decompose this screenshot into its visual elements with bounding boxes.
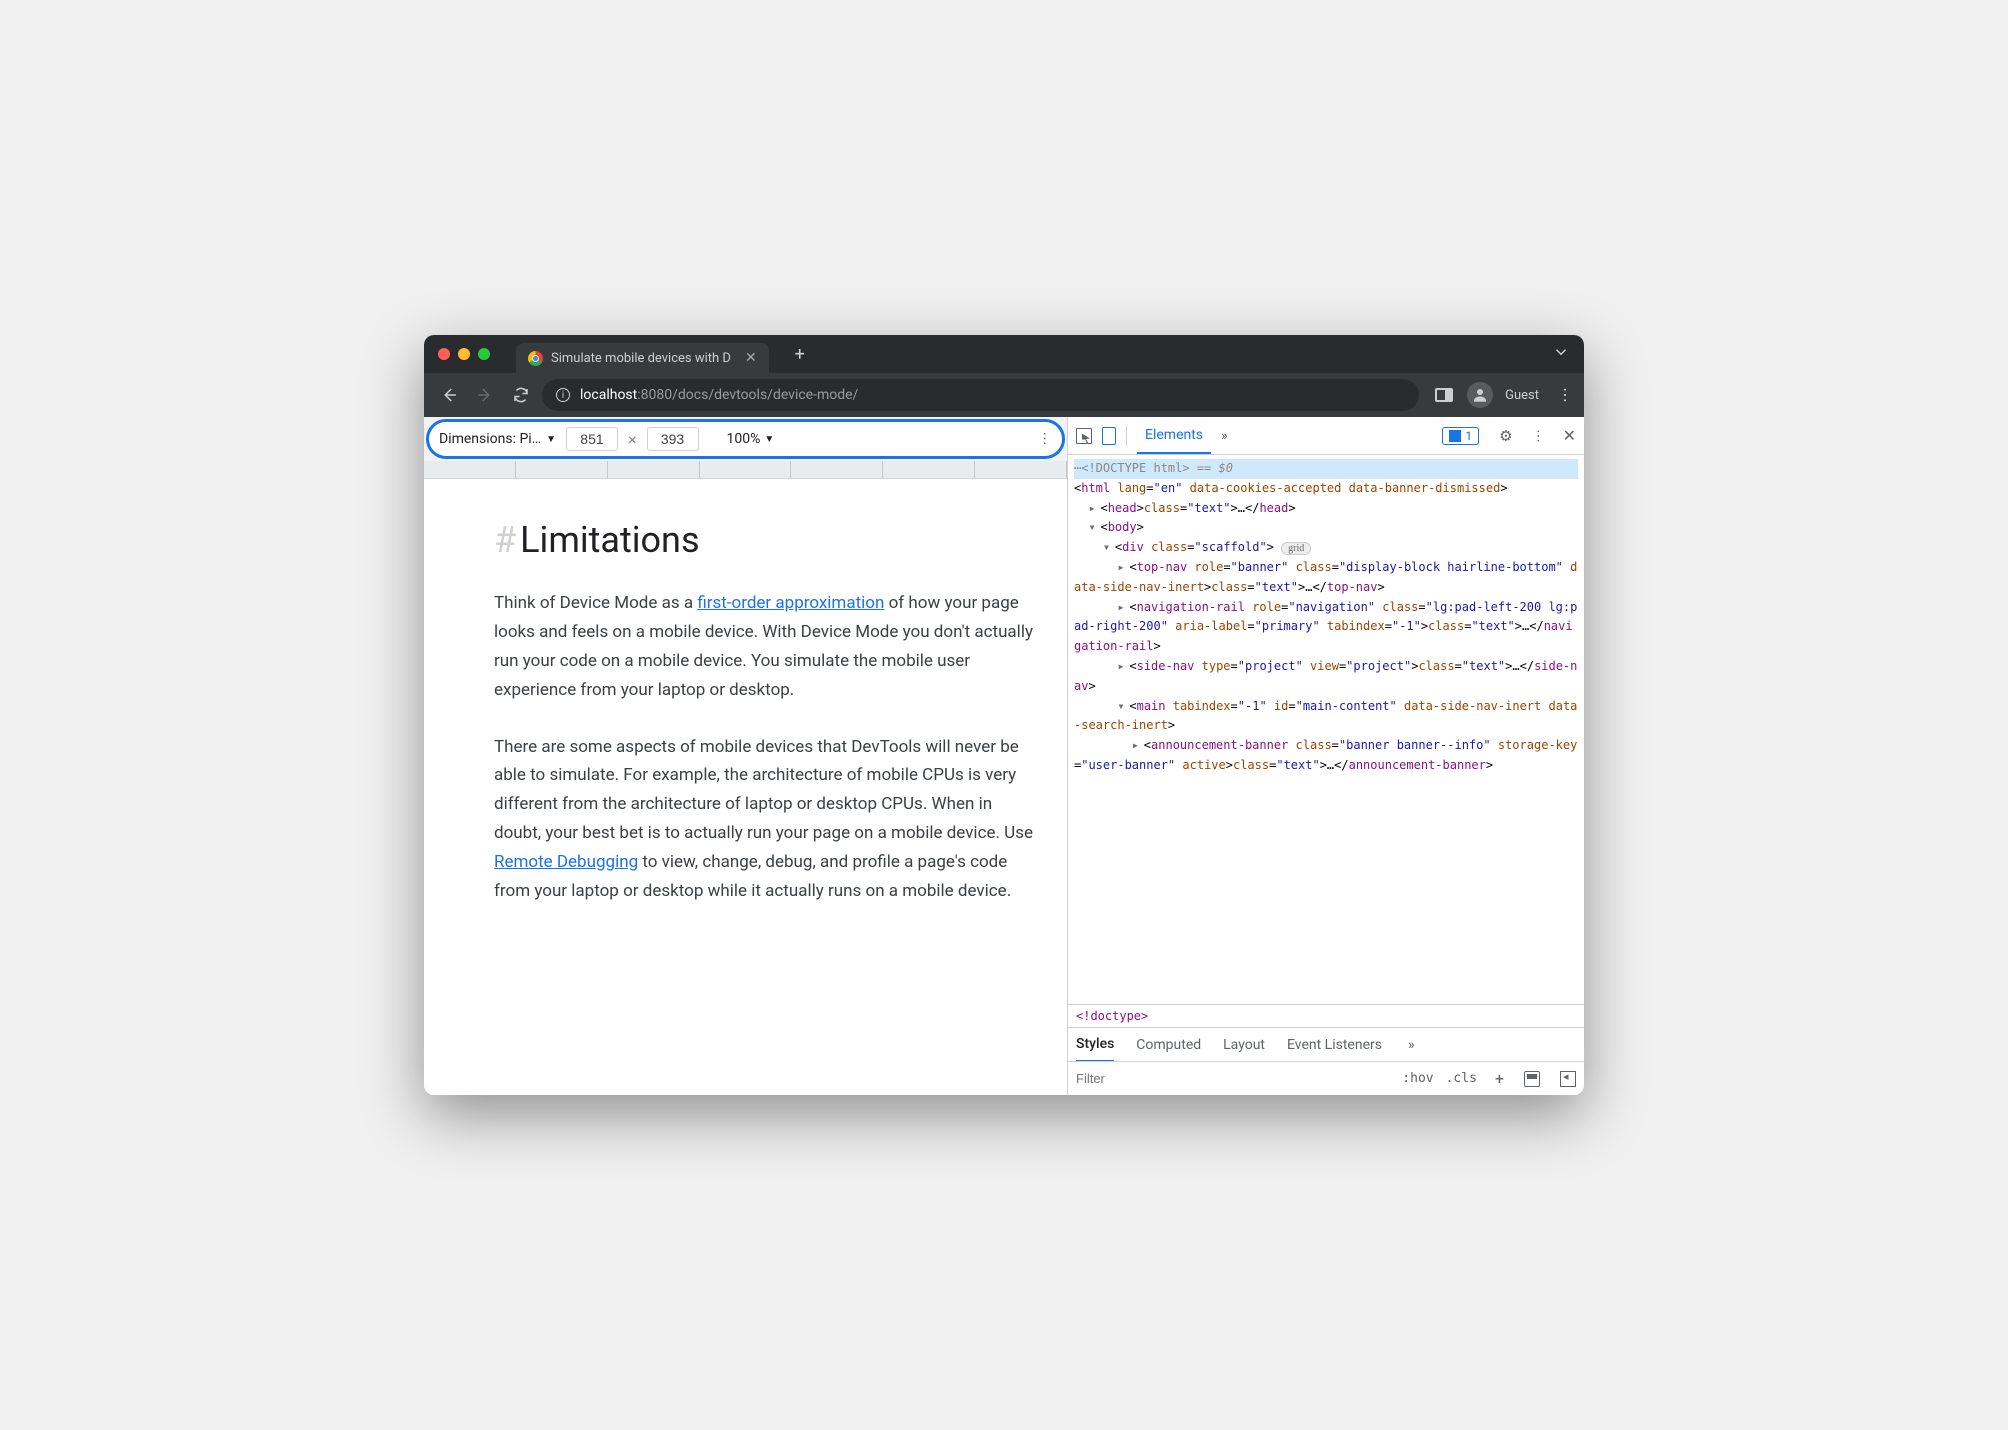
site-info-icon[interactable]: i: [556, 388, 570, 402]
page-content: #Limitations Think of Device Mode as a f…: [424, 479, 1067, 1095]
chevron-down-icon: ▼: [764, 434, 774, 445]
tab-computed[interactable]: Computed: [1136, 1037, 1201, 1053]
brush-icon[interactable]: [1524, 1071, 1540, 1087]
ruler: [424, 461, 1067, 479]
tab-title: Simulate mobile devices with D: [551, 351, 731, 366]
styles-filterbar: :hov .cls +: [1068, 1061, 1584, 1095]
browser-menu-button[interactable]: ⋯: [1556, 387, 1575, 404]
url-input[interactable]: i localhost:8080/docs/devtools/device-mo…: [542, 379, 1419, 411]
device-mode-icon[interactable]: [1102, 427, 1116, 445]
dimensions-label: Dimensions: Pi…: [439, 431, 541, 447]
tab-styles[interactable]: Styles: [1076, 1028, 1114, 1062]
back-button[interactable]: [434, 380, 464, 410]
main-area: Dimensions: Pi… ▼ × 100% ▼ ⋯ #Limitation…: [424, 417, 1584, 1095]
styles-filter-input[interactable]: [1076, 1071, 1256, 1086]
device-toolbar-menu[interactable]: ⋯: [1037, 432, 1053, 447]
devtools-toolbar: Elements » 1 ⚙ ⋯ ✕: [1068, 417, 1584, 455]
viewport-panel: Dimensions: Pi… ▼ × 100% ▼ ⋯ #Limitation…: [424, 417, 1067, 1095]
tab-close-button[interactable]: ✕: [745, 350, 757, 366]
grid-badge[interactable]: grid: [1281, 542, 1311, 555]
forward-button[interactable]: [470, 380, 500, 410]
zoom-dropdown[interactable]: 100% ▼: [727, 431, 775, 447]
hash-icon: #: [494, 519, 516, 561]
issues-button[interactable]: 1: [1442, 427, 1479, 445]
close-window-button[interactable]: [438, 348, 450, 360]
profile-label: Guest: [1505, 388, 1539, 403]
styles-tabbar: Styles Computed Layout Event Listeners »: [1068, 1027, 1584, 1061]
page-heading: #Limitations: [494, 519, 1067, 561]
url-port: :8080: [637, 387, 672, 403]
width-input[interactable]: [566, 427, 618, 451]
cls-button[interactable]: .cls: [1446, 1071, 1477, 1086]
more-tabs-chevron[interactable]: »: [1221, 428, 1228, 444]
hov-button[interactable]: :hov: [1402, 1071, 1433, 1086]
url-host: localhost: [580, 387, 637, 403]
browser-tab[interactable]: Simulate mobile devices with D ✕: [516, 343, 769, 373]
tab-elements[interactable]: Elements: [1137, 418, 1211, 454]
maximize-window-button[interactable]: [478, 348, 490, 360]
titlebar: Simulate mobile devices with D ✕ +: [424, 335, 1584, 373]
computed-sidebar-toggle[interactable]: [1560, 1071, 1576, 1087]
side-panel-icon[interactable]: [1435, 388, 1453, 402]
devtools-panel: Elements » 1 ⚙ ⋯ ✕ ⋯<!DOCTYPE html> == $…: [1067, 417, 1584, 1095]
tab-layout[interactable]: Layout: [1223, 1037, 1265, 1053]
more-styles-tabs[interactable]: »: [1408, 1037, 1415, 1053]
issue-icon: [1449, 430, 1461, 442]
address-bar: i localhost:8080/docs/devtools/device-mo…: [424, 373, 1584, 417]
chevron-down-icon: ▼: [546, 434, 556, 445]
zoom-value: 100%: [727, 431, 761, 447]
browser-window: Simulate mobile devices with D ✕ + i loc…: [424, 335, 1584, 1095]
close-devtools-button[interactable]: ✕: [1563, 426, 1576, 445]
paragraph-1: Think of Device Mode as a first-order ap…: [494, 589, 1034, 705]
settings-icon[interactable]: ⚙: [1499, 427, 1512, 445]
chrome-icon: [528, 351, 543, 366]
paragraph-2: There are some aspects of mobile devices…: [494, 733, 1034, 906]
reload-button[interactable]: [506, 380, 536, 410]
dimensions-dropdown[interactable]: Dimensions: Pi… ▼: [439, 431, 556, 447]
url-path: /docs/devtools/device-mode/: [672, 387, 858, 403]
dom-tree[interactable]: ⋯<!DOCTYPE html> == $0 <html lang="en" d…: [1068, 455, 1584, 1004]
remote-debugging-link[interactable]: Remote Debugging: [494, 852, 638, 872]
new-tab-button[interactable]: +: [795, 344, 805, 365]
dom-breadcrumb[interactable]: <!doctype>: [1068, 1004, 1584, 1027]
height-input[interactable]: [647, 427, 699, 451]
devtools-menu[interactable]: ⋯: [1530, 429, 1546, 443]
first-order-link[interactable]: first-order approximation: [697, 593, 884, 613]
minimize-window-button[interactable]: [458, 348, 470, 360]
new-style-button[interactable]: +: [1495, 1069, 1504, 1088]
x-separator: ×: [628, 430, 637, 449]
tab-event-listeners[interactable]: Event Listeners: [1287, 1037, 1382, 1053]
inspect-icon[interactable]: [1076, 428, 1092, 444]
issues-count: 1: [1465, 429, 1472, 443]
device-toolbar: Dimensions: Pi… ▼ × 100% ▼ ⋯: [426, 419, 1065, 459]
profile-avatar-icon[interactable]: [1467, 382, 1493, 408]
tabs-chevron-icon[interactable]: [1552, 343, 1570, 365]
